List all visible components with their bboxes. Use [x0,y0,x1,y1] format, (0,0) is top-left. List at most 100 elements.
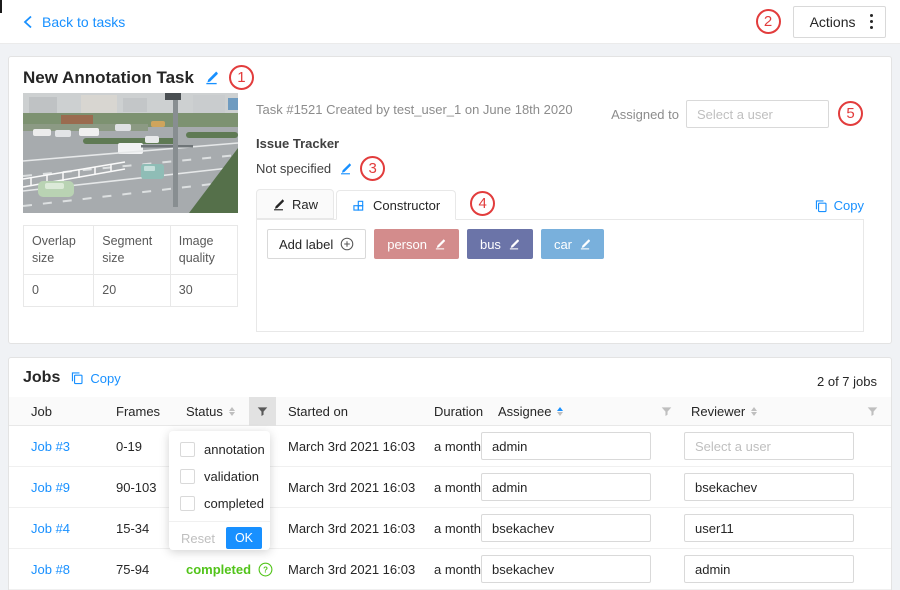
assignee-sorter-icon[interactable] [557,407,563,416]
job-row-9: Job #9 90-103 March 3rd 2021 16:03 a mon… [9,467,891,508]
assigned-to-input[interactable] [686,100,829,128]
labels-constructor-panel: Add label person bus car [256,220,864,332]
tab-raw[interactable]: Raw [256,189,334,219]
annotation-marker-1: 1 [229,65,254,90]
task-details-card: New Annotation Task 1 [8,56,892,344]
copy-icon [70,371,84,385]
edit-label-car-icon[interactable] [579,238,591,250]
copy-jobs-link[interactable]: Copy [70,371,120,386]
job-4-reviewer-input[interactable] [684,514,854,542]
kebab-menu-icon [870,14,874,30]
column-header-duration[interactable]: Duration [434,397,483,426]
copy-icon [814,199,828,213]
job-4-assignee-input[interactable] [481,514,651,542]
topbar-actions: 2 Actions [756,6,886,38]
edit-label-bus-icon[interactable] [508,238,520,250]
copy-jobs-label: Copy [90,371,120,386]
job-9-link[interactable]: Job #9 [31,480,70,495]
job-4-started: March 3rd 2021 16:03 [288,508,415,549]
job-8-assignee-input[interactable] [481,555,651,583]
job-8-status: completed ? [186,549,273,590]
job-row-4: Job #4 15-34 March 3rd 2021 16:03 a mont… [9,508,891,549]
job-8-frames: 75-94 [116,549,149,590]
job-8-reviewer-input[interactable] [684,555,854,583]
issue-tracker-label: Issue Tracker [256,136,339,151]
column-header-status-label: Status [186,404,223,419]
back-to-tasks-link[interactable]: Back to tasks [22,14,125,30]
param-value-segment: 20 [94,274,171,306]
filter-option-annotation[interactable]: annotation [169,436,270,463]
task-preview-image [23,93,238,213]
job-3-duration: a month [434,426,481,467]
job-9-reviewer-input[interactable] [684,473,854,501]
add-label-button[interactable]: Add label [267,229,366,259]
label-chip-person[interactable]: person [374,229,459,259]
status-filter-dropdown: annotation validation completed Reset OK [169,431,270,550]
filter-option-completed[interactable]: completed [169,490,270,517]
status-filter-icon[interactable] [249,397,276,426]
copy-labels-link[interactable]: Copy [814,198,864,213]
filter-ok-button[interactable]: OK [226,527,262,549]
filter-dropdown-footer: Reset OK [169,521,270,554]
question-circle-icon[interactable]: ? [258,562,273,577]
column-header-reviewer-label: Reviewer [691,404,745,419]
traffic-scene-illustration [23,93,238,213]
filter-option-completed-label: completed [204,496,264,511]
label-chip-person-name: person [387,237,427,252]
column-header-started-on[interactable]: Started on [288,397,348,426]
edit-task-title-icon[interactable] [204,70,219,85]
edit-label-person-icon[interactable] [434,238,446,250]
tab-constructor-label: Constructor [373,198,440,213]
column-header-status[interactable]: Status [186,397,235,426]
cvat-task-page: Back to tasks 2 Actions New Annotation T… [0,0,900,590]
validation-checkbox[interactable] [180,469,195,484]
column-header-frames[interactable]: Frames [116,397,160,426]
job-9-assignee-input[interactable] [481,473,651,501]
assignee-filter-icon[interactable] [661,397,672,426]
param-header-segment: Segment size [94,226,171,275]
status-sorter-icon[interactable] [229,407,235,416]
svg-text:?: ? [263,565,268,574]
assigned-to-label: Assigned to [599,107,679,122]
column-header-assignee-label: Assignee [498,404,551,419]
add-label-label: Add label [279,237,333,252]
filter-option-validation[interactable]: validation [169,463,270,490]
annotation-marker-4: 4 [470,191,495,216]
parameters-value-row: 0 20 30 [24,274,238,306]
param-header-overlap: Overlap size [24,226,94,275]
edit-issue-tracker-icon[interactable] [339,162,352,175]
task-title: New Annotation Task [23,68,194,88]
reviewer-filter-icon[interactable] [867,397,878,426]
label-chip-car[interactable]: car [541,229,604,259]
actions-button-label: Actions [810,14,856,30]
pencil-icon [272,198,285,211]
job-3-link[interactable]: Job #3 [31,439,70,454]
screen-artifact [0,0,2,13]
column-header-job[interactable]: Job [31,397,52,426]
job-8-status-label: completed [186,562,251,577]
job-4-link[interactable]: Job #4 [31,521,70,536]
tab-constructor[interactable]: Constructor [336,190,456,220]
filter-option-annotation-label: annotation [204,442,265,457]
task-title-row: New Annotation Task 1 [23,65,254,90]
annotation-checkbox[interactable] [180,442,195,457]
job-row-3: Job #3 0-19 March 3rd 2021 16:03 a month [9,426,891,467]
completed-checkbox[interactable] [180,496,195,511]
label-chip-bus[interactable]: bus [467,229,533,259]
issue-tracker-value-row: Not specified 3 [256,156,385,181]
job-8-link[interactable]: Job #8 [31,562,70,577]
issue-tracker-value: Not specified [256,161,331,176]
job-3-reviewer-input[interactable] [684,432,854,460]
copy-labels-label: Copy [834,198,864,213]
labels-tabs: Raw Constructor 4 Copy [256,189,864,220]
job-8-started: March 3rd 2021 16:03 [288,549,415,590]
job-4-duration: a month [434,508,481,549]
actions-button[interactable]: Actions [793,6,886,38]
reviewer-sorter-icon[interactable] [751,407,757,416]
column-header-reviewer[interactable]: Reviewer [691,397,757,426]
task-parameters-table: Overlap size Segment size Image quality … [23,225,238,307]
topbar: Back to tasks 2 Actions [0,0,900,44]
filter-reset-button[interactable]: Reset [181,531,215,546]
column-header-assignee[interactable]: Assignee [498,397,563,426]
job-3-assignee-input[interactable] [481,432,651,460]
